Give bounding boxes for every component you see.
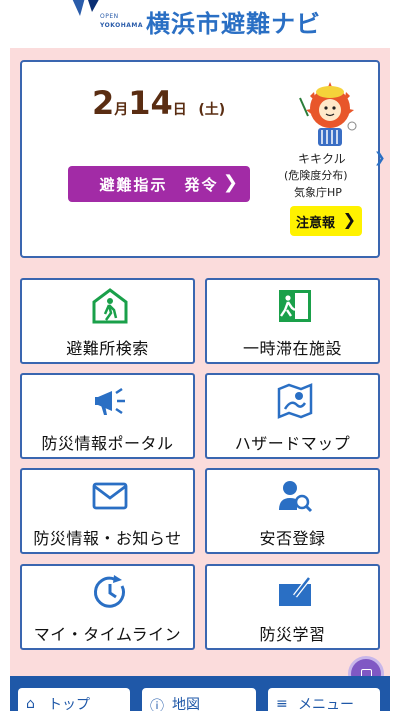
megaphone-icon [95,387,125,415]
tile-label: 一時滞在施設 [242,339,342,358]
main-content: 2月14日 (土) 避難指示 発令 ❯ キキクル (危険度分布) 気象庁HP ❯… [10,48,390,711]
app-title: 横浜市避難ナビ [146,10,321,38]
mascot-subtitle[interactable]: (危険度分布) [284,167,348,183]
tile-label: 防災情報・お知らせ [33,529,182,548]
study-icon [279,576,311,606]
logo-open-text: OPEN [100,13,119,20]
tile-label: 避難所検索 [66,339,149,358]
tile-disaster-learning[interactable]: 防災学習 [205,564,380,650]
tile-hazard-map[interactable]: ハザードマップ [205,373,380,459]
logo-city-text: YOKOHAMA [100,22,143,29]
home-icon: ⌂ [26,696,35,711]
bottom-navigation: ⌂ トップ ⓘ 地図 ≡ メニュー [10,676,390,711]
map-icon [277,383,313,419]
tile-label: 防災学習 [259,625,326,644]
tile-label: ハザードマップ [234,434,351,453]
kikikuru-mascot-icon[interactable] [290,78,370,158]
shelter-icon [92,288,128,324]
tile-disaster-portal[interactable]: 防災情報ポータル [20,373,195,459]
jma-homepage-link[interactable]: 気象庁HP [294,184,342,200]
yokohama-logo-icon [72,0,99,16]
app-header: OPEN YOKOHAMA 横浜市避難ナビ [0,0,400,48]
clock-icon [94,575,125,608]
tile-label: 防災情報ポータル [41,434,174,453]
tile-temp-stay[interactable]: 一時滞在施設 [205,278,380,364]
exit-door-icon [279,290,311,322]
nav-item-menu[interactable]: ≡ メニュー [268,688,380,711]
tile-disaster-news[interactable]: 防災情報・お知らせ [20,468,195,554]
current-date: 2月14日 (土) [92,84,226,122]
alert-card: 2月14日 (土) 避難指示 発令 ❯ キキクル (危険度分布) 気象庁HP ❯… [20,60,386,258]
tile-shelter-search[interactable]: 避難所検索 [20,278,195,364]
mail-icon [92,482,128,510]
mascot-name-label[interactable]: キキクル [298,150,346,167]
menu-icon: ≡ [276,696,288,711]
chevron-right-icon[interactable]: ❯ [374,150,386,166]
nav-item-top[interactable]: ⌂ トップ [18,688,130,711]
nav-item-map[interactable]: ⓘ 地図 [142,688,256,711]
chevron-right-icon: ❯ [222,172,240,193]
person-search-icon [279,481,313,513]
tile-safety-register[interactable]: 安否登録 [205,468,380,554]
tile-label: 安否登録 [259,529,326,548]
tile-my-timeline[interactable]: マイ・タイムライン [20,564,195,650]
info-icon: ⓘ [150,699,164,711]
tile-label: マイ・タイムライン [33,625,182,644]
chevron-right-icon: ❯ [342,210,356,229]
caution-advisory-button[interactable]: 注意報 ❯ [290,206,362,236]
evacuation-order-button[interactable]: 避難指示 発令 ❯ [68,166,250,202]
